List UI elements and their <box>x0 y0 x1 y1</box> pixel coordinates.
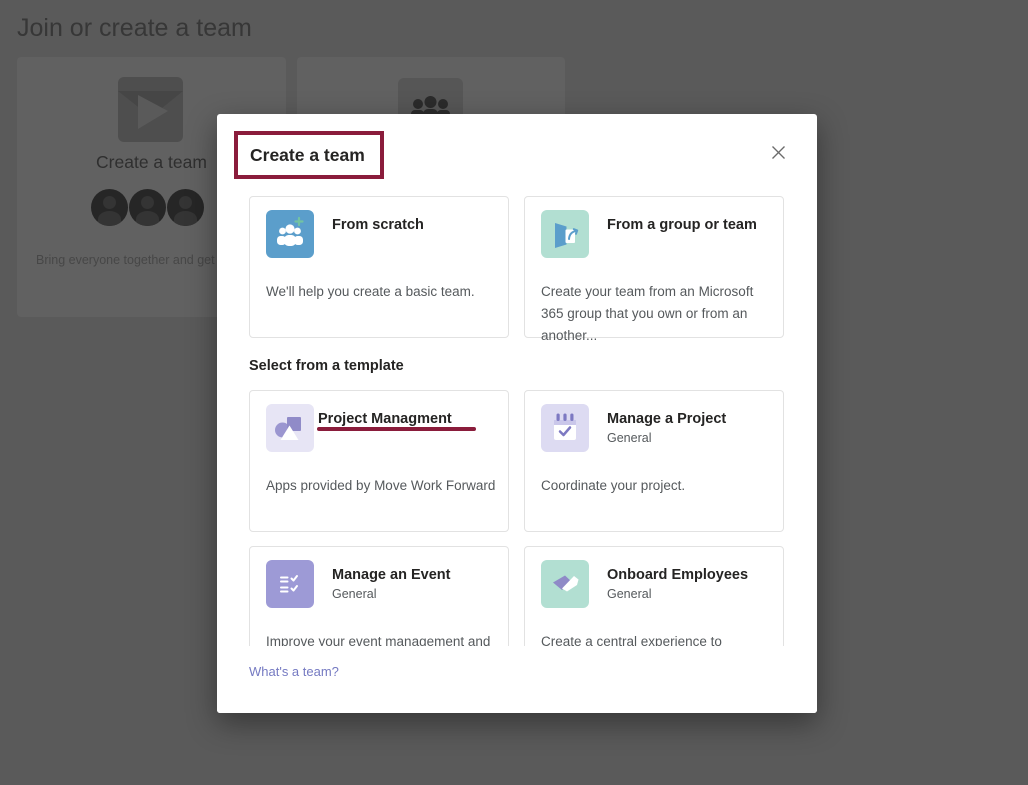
template-manage-a-project[interactable]: Manage a Project General Coordinate your… <box>524 390 784 532</box>
template-manage-an-event[interactable]: Manage an Event General Improve your eve… <box>249 546 509 646</box>
dialog-body: From scratch We'll help you create a bas… <box>217 184 817 646</box>
template-subtitle: General <box>607 431 651 445</box>
option-title: From scratch <box>332 217 424 233</box>
avatar-group <box>91 189 205 226</box>
template-description: Create a central experience to onboard <box>541 631 771 646</box>
option-title: From a group or team <box>607 217 757 233</box>
template-title: Manage a Project <box>607 411 726 427</box>
template-project-managment[interactable]: Project Managment Apps provided by Move … <box>249 390 509 532</box>
page: Join or create a team Create a team Brin… <box>0 0 1028 785</box>
people-plus-icon <box>266 210 314 258</box>
door-arrow-icon <box>541 210 589 258</box>
template-subtitle: General <box>332 587 376 601</box>
handshake-icon <box>541 560 589 608</box>
avatar <box>167 189 204 226</box>
template-onboard-employees[interactable]: Onboard Employees General Create a centr… <box>524 546 784 646</box>
avatar <box>129 189 166 226</box>
option-from-scratch[interactable]: From scratch We'll help you create a bas… <box>249 196 509 338</box>
option-description: We'll help you create a basic team. <box>266 281 496 303</box>
template-section-heading: Select from a template <box>249 358 404 374</box>
dialog-footer: What's a team? <box>217 646 817 713</box>
template-title: Project Managment <box>318 411 452 427</box>
template-description: Improve your event management and <box>266 631 496 646</box>
create-team-dialog: Create a team From scr <box>217 114 817 713</box>
template-title: Onboard Employees <box>607 567 748 583</box>
template-subtitle: General <box>607 587 651 601</box>
template-description: Coordinate your project. <box>541 475 771 497</box>
background-card-description: Bring everyone together and get t <box>36 253 222 267</box>
template-description: Apps provided by Move Work Forward <box>266 475 496 497</box>
avatar <box>91 189 128 226</box>
dialog-title: Create a team <box>250 145 365 166</box>
create-team-illustration-icon <box>118 77 183 142</box>
shapes-icon <box>266 404 314 452</box>
close-icon[interactable] <box>766 140 790 164</box>
template-title: Manage an Event <box>332 567 450 583</box>
option-from-group-or-team[interactable]: From a group or team Create your team fr… <box>524 196 784 338</box>
checklist-icon <box>266 560 314 608</box>
calendar-check-icon <box>541 404 589 452</box>
whats-a-team-link[interactable]: What's a team? <box>249 664 339 679</box>
option-description: Create your team from an Microsoft 365 g… <box>541 281 771 347</box>
page-title: Join or create a team <box>17 14 252 43</box>
